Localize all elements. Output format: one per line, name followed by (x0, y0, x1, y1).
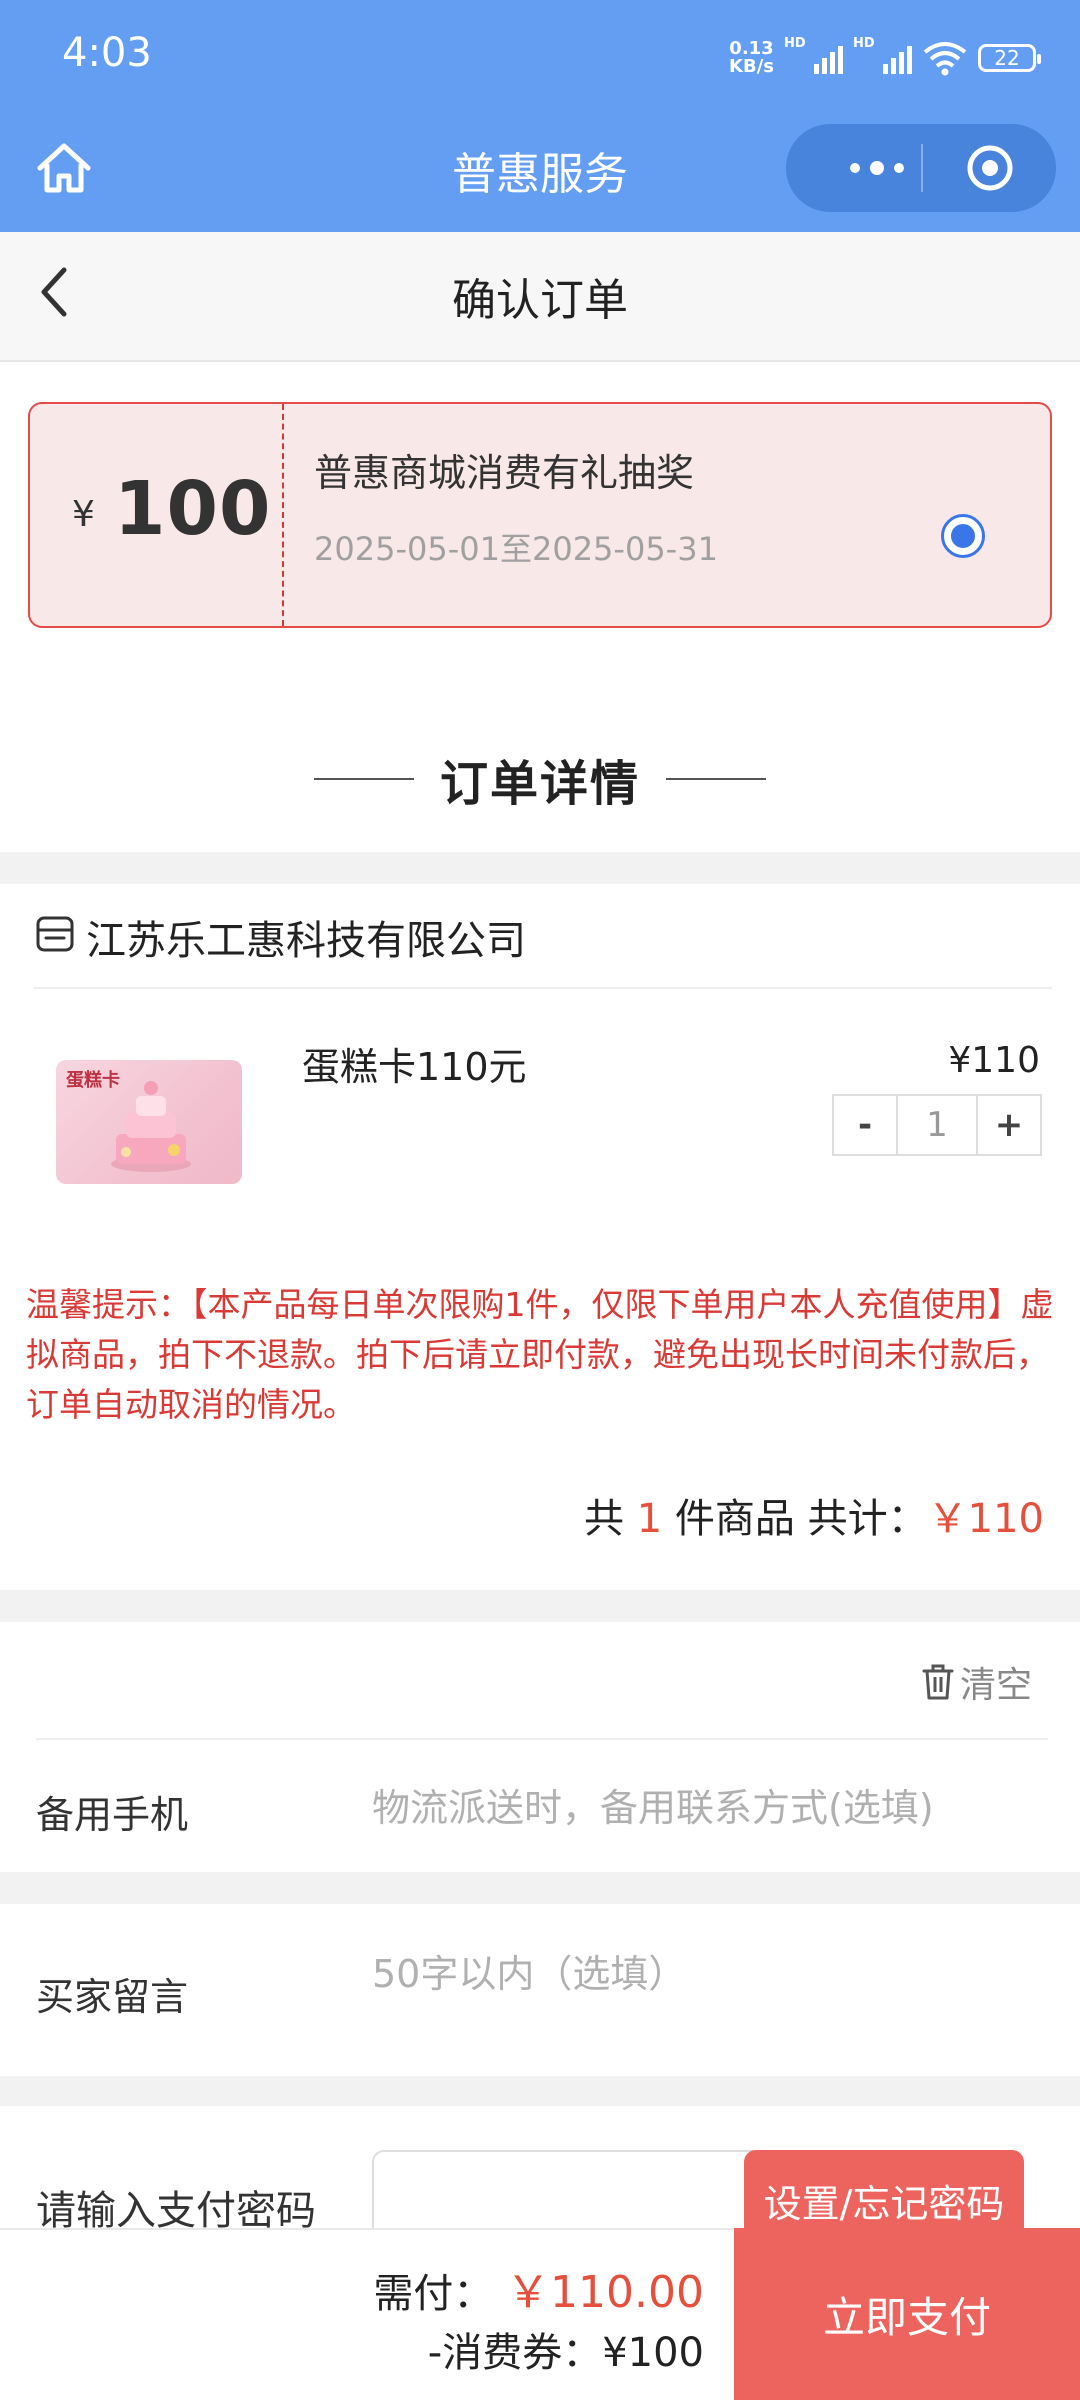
order-detail-title: 订单详情 (439, 756, 640, 812)
target-icon[interactable] (966, 144, 1014, 192)
coupon-amount: 100 (114, 466, 272, 552)
backup-phone-label: 备用手机 (36, 1793, 189, 1837)
cake-icon (111, 1081, 191, 1172)
backup-phone-input[interactable] (372, 1780, 1052, 1836)
net-speed: 0.13 KB/s (729, 38, 774, 77)
order-detail-heading: 订单详情 (0, 744, 1080, 814)
pay-now-button[interactable]: 立即支付 (734, 2228, 1080, 2400)
buyer-remark-input[interactable] (372, 1946, 1052, 2002)
need-pay-label: 需付： (373, 2271, 494, 2317)
order-total: 共 1 件商品 共计： ￥110 (584, 1486, 1044, 1544)
divider (36, 1738, 1048, 1740)
heading-line-right (666, 778, 766, 780)
divider (34, 987, 1052, 989)
mini-program-capsule (786, 124, 1056, 212)
status-time: 4:03 (62, 30, 152, 76)
need-pay-amount: ￥110.00 (506, 2267, 704, 2318)
signal-icon-2: HD (853, 36, 912, 74)
heading-line-left (313, 778, 414, 780)
shop-name: 江苏乐工惠科技有限公司 (86, 918, 526, 964)
product-image[interactable]: 蛋糕卡 (56, 1060, 242, 1184)
trash-icon (922, 1664, 954, 1700)
need-pay: 需付： ￥110.00 (300, 2256, 704, 2320)
total-middle: 件商品 共计： (662, 1496, 928, 1542)
coupon-divider (282, 404, 284, 626)
wifi-icon (923, 42, 967, 76)
total-amount: ￥110 (927, 1496, 1044, 1542)
coupon-name: 普惠商城消费有礼抽奖 (314, 451, 695, 495)
coupon-deduction: -消费券：¥100 (427, 2330, 704, 2376)
purchase-tip: 温馨提示：【本产品每日单次限购1件，仅限下单用户本人充值使用】虚拟商品，拍下不退… (26, 1285, 1054, 1424)
total-count: 1 (636, 1496, 663, 1542)
battery-icon: 22 (978, 44, 1041, 72)
product-name: 蛋糕卡110元 (302, 1045, 527, 1089)
quantity-stepper: - 1 + (832, 1094, 1042, 1156)
clear-label: 清空 (960, 1665, 1033, 1706)
coupon-currency: ¥ (72, 494, 95, 535)
total-prefix: 共 (584, 1496, 637, 1542)
buyer-remark-label: 买家留言 (36, 1975, 189, 2019)
page-title: 确认订单 (452, 275, 628, 326)
more-dots-icon[interactable] (822, 146, 932, 190)
coupon-valid-period: 2025-05-01至2025-05-31 (314, 530, 718, 568)
product-price: ¥110 (948, 1040, 1040, 1081)
coupon-select-radio[interactable] (941, 514, 985, 558)
capsule-divider (921, 144, 923, 192)
order-card (0, 884, 1080, 1590)
shop-icon (36, 916, 74, 952)
signal-icon: HD (784, 36, 843, 74)
increase-button[interactable]: + (978, 1096, 1040, 1154)
status-icons: 0.13 KB/s HD HD 22 (729, 36, 1041, 80)
quantity-value[interactable]: 1 (896, 1096, 978, 1154)
clear-button[interactable]: 清空 (920, 1654, 1032, 1710)
decrease-button[interactable]: - (834, 1096, 896, 1154)
